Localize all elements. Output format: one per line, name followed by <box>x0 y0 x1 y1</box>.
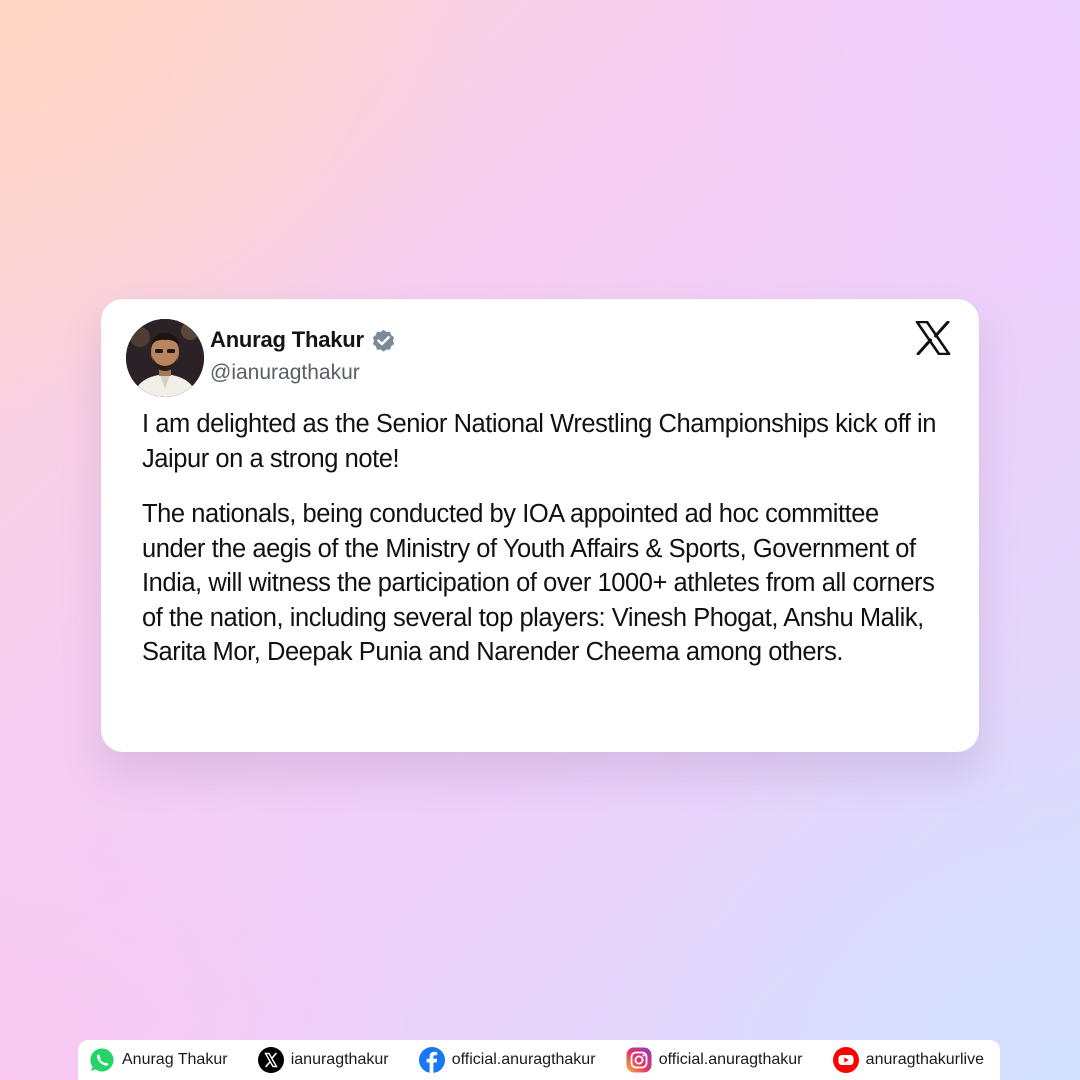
footer-link-label: official.anuragthakur <box>658 1051 803 1068</box>
tweet-card: Anurag Thakur @ianuragthakur I am deligh… <box>101 299 979 752</box>
social-footer: Anurag Thakur ianuragthakur official.anu… <box>78 1040 1000 1080</box>
profile-photo <box>126 319 204 397</box>
author-name[interactable]: Anurag Thakur <box>210 327 364 353</box>
x-logo-icon[interactable] <box>915 321 951 355</box>
whatsapp-icon <box>90 1048 114 1072</box>
x-icon <box>257 1047 284 1073</box>
author-handle[interactable]: @ianuragthakur <box>210 361 360 385</box>
author-name-row: Anurag Thakur <box>210 325 397 355</box>
youtube-icon <box>832 1047 859 1073</box>
facebook-icon <box>418 1047 445 1073</box>
tweet-paragraph: I am delighted as the Senior National Wr… <box>142 410 936 473</box>
footer-link-whatsapp[interactable]: Anurag Thakur <box>88 1046 228 1074</box>
tweet-paragraph: The nationals, being conducted by IOA ap… <box>142 500 935 666</box>
footer-link-label: official.anuragthakur <box>451 1051 596 1068</box>
footer-link-youtube[interactable]: anuragthakurlive <box>832 1046 984 1074</box>
footer-link-label: ianuragthakur <box>290 1051 389 1068</box>
tweet-text: I am delighted as the Senior National Wr… <box>142 407 942 670</box>
instagram-icon <box>626 1047 652 1073</box>
footer-link-instagram[interactable]: official.anuragthakur <box>625 1046 803 1074</box>
avatar[interactable] <box>126 319 204 397</box>
footer-link-label: Anurag Thakur <box>122 1051 228 1068</box>
footer-link-x[interactable]: ianuragthakur <box>257 1046 389 1074</box>
footer-link-facebook[interactable]: official.anuragthakur <box>418 1046 596 1074</box>
footer-link-label: anuragthakurlive <box>865 1051 984 1068</box>
verified-badge-icon <box>372 329 394 352</box>
